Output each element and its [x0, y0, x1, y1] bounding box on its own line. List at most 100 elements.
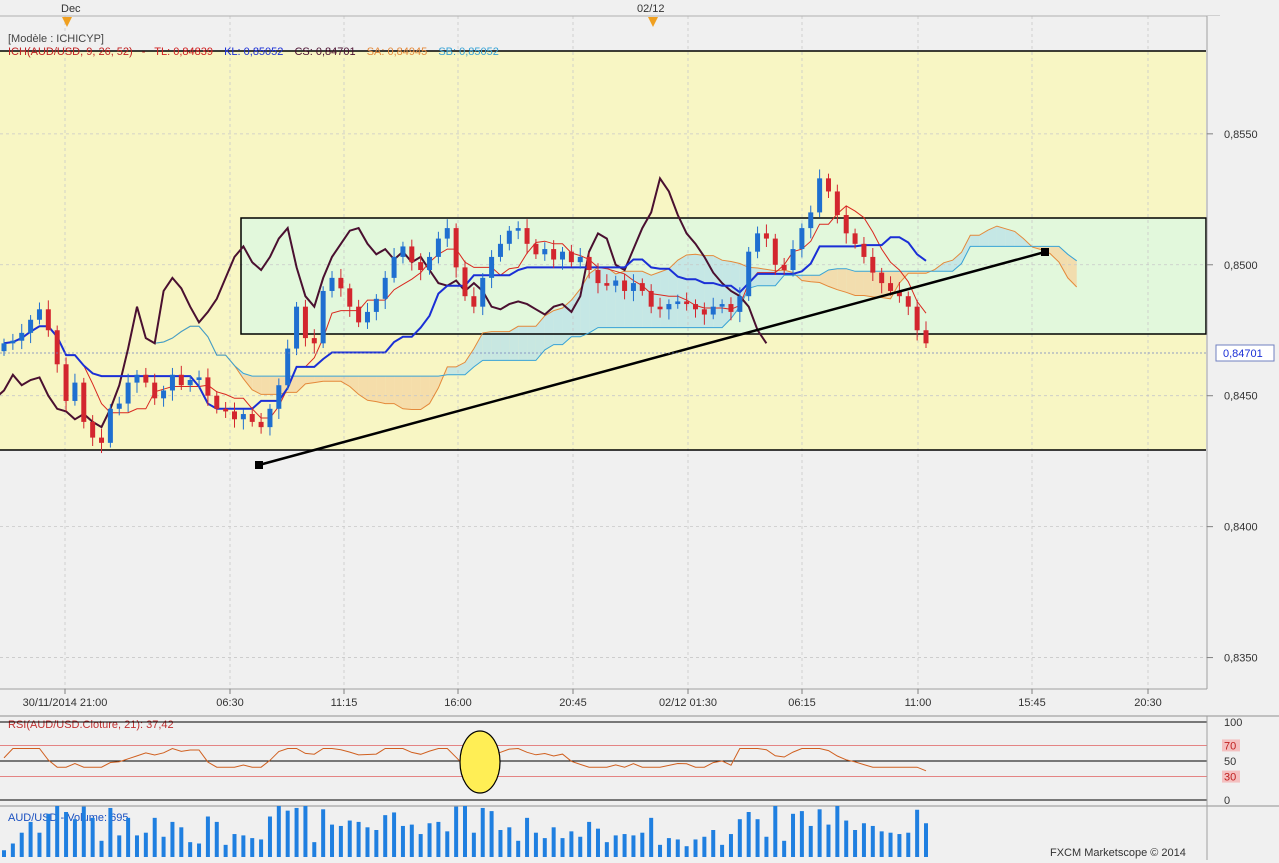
candle-body[interactable] — [551, 249, 557, 260]
volume-bar[interactable] — [870, 825, 875, 857]
candle-body[interactable] — [294, 306, 300, 349]
candle-body[interactable] — [99, 437, 105, 443]
candle-body[interactable] — [622, 280, 628, 291]
candle-body[interactable] — [604, 283, 610, 286]
candle-body[interactable] — [364, 311, 370, 323]
volume-bar[interactable] — [684, 846, 689, 857]
candle-body[interactable] — [205, 377, 211, 396]
candle-body[interactable] — [134, 374, 140, 383]
candle-body[interactable] — [356, 306, 362, 323]
candle-body[interactable] — [427, 256, 433, 271]
candle-body[interactable] — [462, 267, 468, 297]
candle-body[interactable] — [595, 270, 601, 284]
volume-bar[interactable] — [250, 838, 255, 857]
candle-body[interactable] — [302, 306, 308, 339]
volume-bar[interactable] — [507, 827, 512, 857]
volume-bar[interactable] — [392, 812, 397, 857]
candle-body[interactable] — [914, 306, 920, 331]
rsi-highlight-ellipse[interactable] — [459, 730, 501, 794]
volume-bar[interactable] — [232, 834, 237, 857]
candle-body[interactable] — [223, 408, 229, 412]
candle-body[interactable] — [560, 251, 566, 260]
volume-bar[interactable] — [658, 844, 663, 857]
volume-bar[interactable] — [595, 828, 600, 857]
candle-body[interactable] — [666, 304, 672, 310]
candle-body[interactable] — [320, 290, 326, 344]
candle-body[interactable] — [453, 228, 459, 268]
volume-bar[interactable] — [480, 807, 485, 857]
volume-bar[interactable] — [72, 819, 77, 857]
candle-body[interactable] — [568, 251, 574, 263]
volume-bar[interactable] — [330, 824, 335, 857]
candle-body[interactable] — [852, 233, 858, 244]
volume-bar[interactable] — [640, 832, 645, 857]
volume-bar[interactable] — [427, 823, 432, 857]
volume-bar[interactable] — [533, 832, 538, 857]
volume-bar[interactable] — [294, 807, 299, 857]
candle-body[interactable] — [817, 178, 823, 213]
candle-body[interactable] — [143, 374, 149, 383]
volume-bar[interactable] — [108, 807, 113, 857]
candle-body[interactable] — [400, 246, 406, 257]
volume-bar[interactable] — [587, 821, 592, 857]
candle-body[interactable] — [657, 306, 663, 310]
volume-bar[interactable] — [46, 813, 51, 857]
volume-bar[interactable] — [276, 806, 281, 857]
candle-body[interactable] — [258, 421, 264, 428]
volume-bar[interactable] — [454, 806, 459, 857]
volume-bar[interactable] — [445, 831, 450, 857]
candle-body[interactable] — [746, 251, 752, 297]
trendline-handle-end[interactable] — [1041, 248, 1049, 256]
candle-body[interactable] — [347, 288, 353, 307]
volume-bar[interactable] — [826, 824, 831, 857]
volume-bar[interactable] — [347, 820, 352, 857]
candle-body[interactable] — [684, 301, 690, 305]
volume-bar[interactable] — [143, 832, 148, 857]
volume-bar[interactable] — [197, 843, 202, 858]
volume-bar[interactable] — [498, 830, 503, 857]
candle-body[interactable] — [533, 243, 539, 255]
volume-bar[interactable] — [117, 835, 122, 857]
volume-bar[interactable] — [835, 806, 840, 857]
candle-body[interactable] — [276, 385, 282, 409]
volume-bar[interactable] — [409, 824, 414, 857]
candle-body[interactable] — [524, 228, 530, 244]
volume-bar[interactable] — [285, 810, 290, 857]
volume-bar[interactable] — [853, 830, 858, 857]
volume-bar[interactable] — [622, 834, 627, 857]
candle-body[interactable] — [675, 301, 681, 305]
candle-body[interactable] — [1, 343, 7, 352]
volume-bar[interactable] — [578, 836, 583, 857]
volume-bar[interactable] — [728, 834, 733, 857]
volume-bar[interactable] — [170, 821, 175, 857]
candle-body[interactable] — [338, 277, 344, 289]
volume-bar[interactable] — [915, 809, 920, 857]
volume-bar[interactable] — [906, 832, 911, 857]
volume-bar[interactable] — [879, 831, 884, 857]
volume-bar[interactable] — [214, 821, 219, 857]
candle-body[interactable] — [586, 256, 592, 271]
volume-bar[interactable] — [37, 832, 42, 857]
candle-body[interactable] — [781, 264, 787, 271]
volume-bar[interactable] — [10, 843, 15, 858]
chart-canvas[interactable]: Dec 02/12 [Modèle : ICHICYP] ICH(AUD/USD… — [0, 0, 1279, 860]
candle-body[interactable] — [639, 283, 645, 291]
volume-bar[interactable] — [64, 812, 69, 857]
candle-body[interactable] — [497, 243, 503, 257]
volume-bar[interactable] — [888, 832, 893, 857]
candle-body[interactable] — [214, 395, 220, 409]
candle-body[interactable] — [178, 374, 184, 386]
candle-body[interactable] — [435, 238, 441, 257]
volume-bar[interactable] — [312, 842, 317, 857]
candle-body[interactable] — [755, 233, 761, 252]
candle-body[interactable] — [169, 374, 175, 391]
volume-bar[interactable] — [844, 820, 849, 857]
volume-bar[interactable] — [383, 815, 388, 857]
candle-body[interactable] — [444, 228, 450, 239]
volume-bar[interactable] — [791, 813, 796, 857]
volume-bar[interactable] — [223, 844, 228, 857]
volume-bar[interactable] — [356, 821, 361, 857]
volume-bar[interactable] — [737, 819, 742, 857]
volume-bar[interactable] — [808, 825, 813, 857]
candle-body[interactable] — [107, 408, 113, 443]
